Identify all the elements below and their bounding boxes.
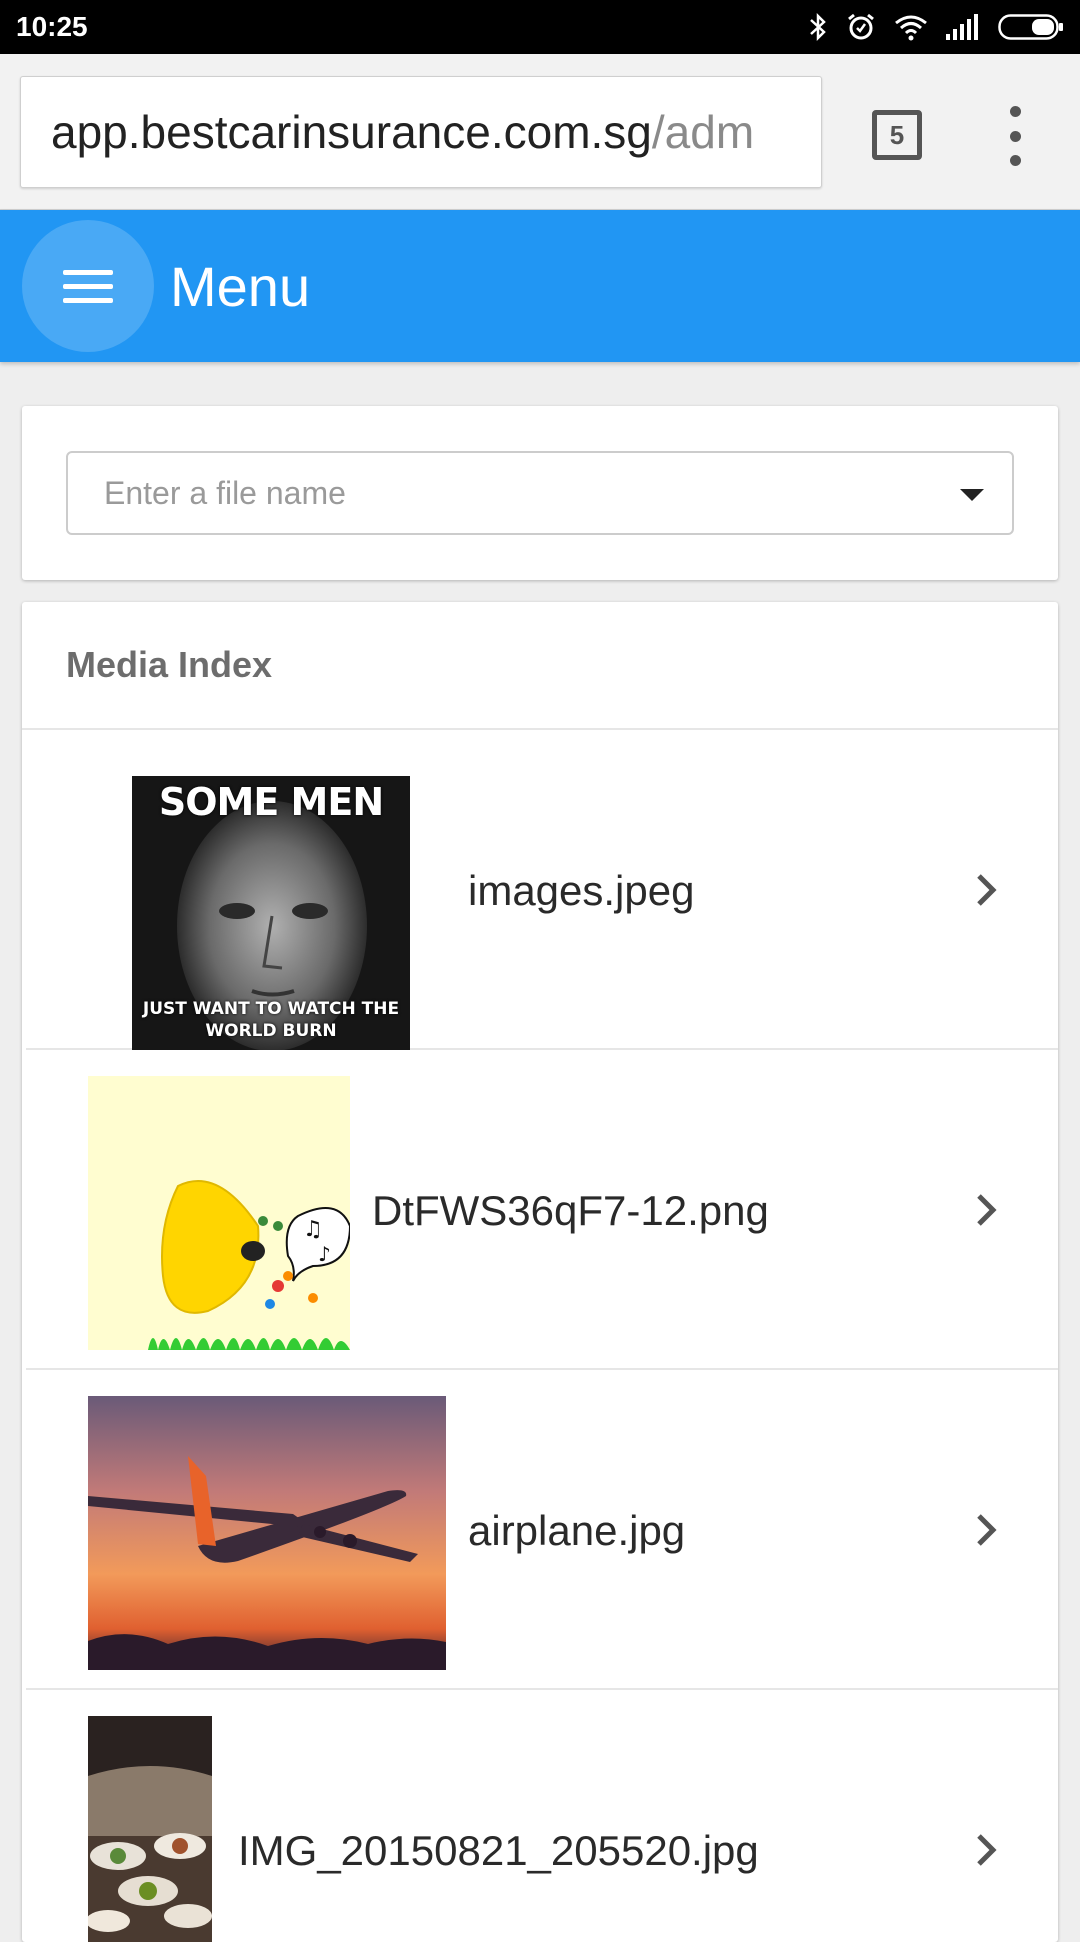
media-list-item[interactable]: IMG_20150821_205520.jpg xyxy=(26,1692,1058,1942)
signal-icon xyxy=(946,14,978,40)
more-options-icon[interactable] xyxy=(1000,106,1030,166)
media-list-item[interactable]: SOME MEN JUST WANT TO WATCH THE WORLD BU… xyxy=(26,732,1058,1050)
battery-icon xyxy=(998,14,1063,40)
svg-text:♪: ♪ xyxy=(318,1242,331,1266)
status-icons xyxy=(808,12,1064,42)
search-card xyxy=(22,406,1058,580)
media-list-item[interactable]: ♫ ♪ DtFWS36qF7-12.png xyxy=(26,1052,1058,1370)
chevron-right-icon[interactable] xyxy=(968,872,1004,908)
menu-title[interactable]: Menu xyxy=(170,210,310,362)
app-bar: Menu xyxy=(0,210,1080,362)
media-index-title: Media Index xyxy=(22,602,1058,730)
chevron-right-icon[interactable] xyxy=(968,1832,1004,1868)
file-name: airplane.jpg xyxy=(468,1507,686,1554)
thumbnail-image xyxy=(88,1396,446,1670)
alarm-icon xyxy=(848,13,874,40)
media-list-item[interactable]: airplane.jpg xyxy=(26,1372,1058,1690)
address-bar[interactable]: app.bestcarinsurance.com.sg/adm xyxy=(20,76,822,188)
thumbnail-image: ♫ ♪ xyxy=(88,1076,350,1350)
bluetooth-icon xyxy=(810,12,826,42)
menu-icon[interactable] xyxy=(22,220,154,352)
thumbnail-image xyxy=(88,1716,212,1942)
file-name: images.jpeg xyxy=(468,867,695,914)
file-name-dropdown[interactable] xyxy=(66,451,1014,535)
svg-text:♫: ♫ xyxy=(303,1217,323,1242)
dropdown-arrow-icon[interactable] xyxy=(960,489,984,501)
file-name: IMG_20150821_205520.jpg xyxy=(238,1827,759,1874)
wifi-icon xyxy=(895,15,927,41)
file-name-input[interactable] xyxy=(102,473,922,513)
chevron-right-icon[interactable] xyxy=(968,1512,1004,1548)
browser-toolbar: app.bestcarinsurance.com.sg/adm 5 xyxy=(0,54,1080,210)
url-path: /adm xyxy=(651,106,755,158)
media-index-card: Media Index SOME MEN JUST WANT TO WATCH … xyxy=(22,602,1058,1942)
status-bar: 10:25 xyxy=(0,0,1080,54)
thumbnail-caption-bottom: JUST WANT TO WATCH THE WORLD BURN xyxy=(142,999,400,1041)
status-time: 10:25 xyxy=(16,11,88,42)
url-host: app.bestcarinsurance.com.sg xyxy=(51,106,652,158)
tab-count: 5 xyxy=(889,119,905,150)
tab-switcher-button[interactable]: 5 xyxy=(872,110,922,160)
file-name: DtFWS36qF7-12.png xyxy=(372,1187,769,1234)
thumbnail-image: SOME MEN JUST WANT TO WATCH THE WORLD BU… xyxy=(132,776,410,1050)
thumbnail-caption-top: SOME MEN xyxy=(158,780,384,824)
chevron-right-icon[interactable] xyxy=(968,1192,1004,1228)
